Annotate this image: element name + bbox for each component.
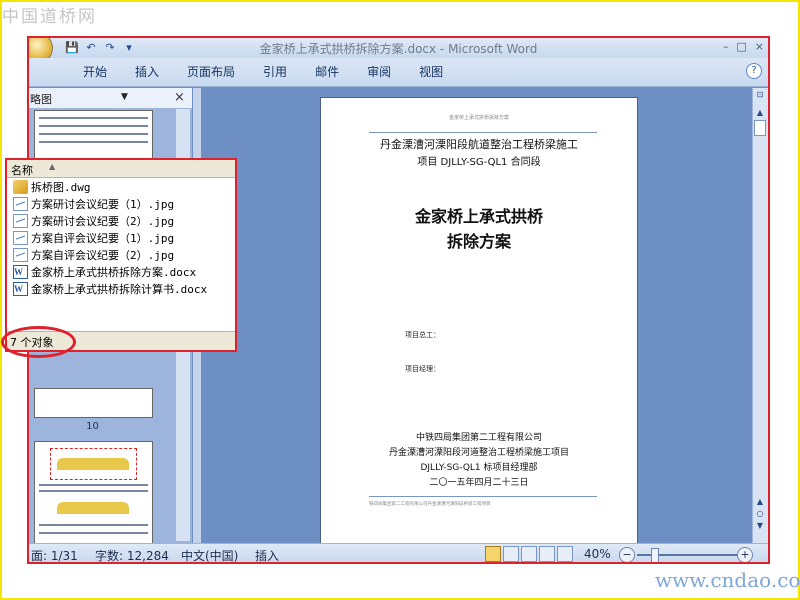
zoom-level[interactable]: 40% xyxy=(584,547,611,561)
print-layout-view-button[interactable] xyxy=(485,546,501,562)
page-thumbnail[interactable] xyxy=(34,110,153,160)
highlight-circle xyxy=(1,326,76,358)
scroll-up-icon[interactable]: ▲ xyxy=(754,108,766,118)
help-icon[interactable]: ? xyxy=(746,63,762,79)
name-column-header[interactable]: 名称 xyxy=(11,162,33,178)
zoom-out-button[interactable]: − xyxy=(619,547,635,562)
file-item[interactable]: 方案研讨会议纪要（1）.jpg xyxy=(13,195,174,212)
tab-references[interactable]: 引用 xyxy=(249,63,301,81)
project-department: 丹金溧漕河溧阳段河道整治工程桥梁施工项目 xyxy=(388,448,569,458)
browse-controls[interactable]: ▲ ○ ▼ xyxy=(754,496,766,532)
close-button[interactable]: × xyxy=(755,40,764,53)
tab-insert[interactable]: 插入 xyxy=(121,63,173,81)
jpg-file-icon xyxy=(13,196,28,211)
file-name: 方案研讨会议纪要（2）.jpg xyxy=(31,214,175,228)
web-layout-view-button[interactable] xyxy=(521,546,537,562)
title-bar: 💾 ↶ ↷ ▾ 金家桥上承式拱桥拆除方案.docx - Microsoft Word … xyxy=(29,38,768,64)
zoom-in-button[interactable]: + xyxy=(737,547,753,562)
maximize-button[interactable]: □ xyxy=(736,40,746,53)
minimize-button[interactable]: – xyxy=(723,40,729,53)
header-rule xyxy=(369,132,597,133)
thumbnail-pane-title: 略图 xyxy=(30,93,52,106)
file-item[interactable]: W 金家桥上承式拱桥拆除计算书.docx xyxy=(13,280,207,297)
tab-review[interactable]: 审阅 xyxy=(353,63,405,81)
tab-home[interactable]: 开始 xyxy=(69,63,121,81)
tab-mailings[interactable]: 邮件 xyxy=(301,63,353,81)
page-footer: 铁四局集团第二工程有限公司丹金溧漕河溧阳段桥梁工程项目 xyxy=(369,502,491,507)
language-indicator[interactable]: 中文(中国) xyxy=(181,547,238,562)
insert-mode[interactable]: 插入 xyxy=(255,547,279,562)
jpg-file-icon xyxy=(13,213,28,228)
page-thumbnail[interactable] xyxy=(34,441,153,545)
tab-view[interactable]: 视图 xyxy=(405,63,457,81)
document-area: 金家桥上承式拱桥拆除方案 丹金溧漕河溧阳段航道整治工程桥梁施工 项目 DJLLY… xyxy=(201,88,755,545)
file-item[interactable]: 方案自评会议纪要（2）.jpg xyxy=(13,246,174,263)
file-list-header: 名称 ▲ xyxy=(7,160,235,178)
company-name: 中铁四局集团第二工程有限公司 xyxy=(415,433,542,443)
word-count[interactable]: 字数: 12,284 xyxy=(95,547,169,562)
window-title: 金家桥上承式拱桥拆除方案.docx - Microsoft Word xyxy=(259,42,538,56)
footer-rule xyxy=(369,496,597,497)
main-title-2: 拆除方案 xyxy=(446,232,511,251)
file-list-window: 名称 ▲ 拆桥图.dwg 方案研讨会议纪要（1）.jpg 方案研讨会议纪要（2）.j… xyxy=(5,158,237,352)
page-thumbnail[interactable] xyxy=(34,388,153,418)
main-title-1: 金家桥上承式拱桥 xyxy=(414,207,543,226)
chevron-down-icon[interactable]: ▼ xyxy=(121,92,128,102)
file-item[interactable]: 方案自评会议纪要（1）.jpg xyxy=(13,229,174,246)
word-file-icon: W xyxy=(13,281,28,296)
file-name: 方案自评会议纪要（2）.jpg xyxy=(31,248,175,262)
thumbnail-page-number: 10 xyxy=(86,421,99,432)
zoom-slider-thumb[interactable] xyxy=(651,548,659,562)
jpg-file-icon xyxy=(13,247,28,262)
scroll-thumb[interactable] xyxy=(754,120,766,136)
file-item[interactable]: 拆桥图.dwg xyxy=(13,178,91,195)
file-name: 金家桥上承式拱桥拆除计算书.docx xyxy=(31,282,208,296)
file-name: 拆桥图.dwg xyxy=(31,180,91,194)
reading-view-button[interactable] xyxy=(503,546,519,562)
file-name: 方案自评会议纪要（1）.jpg xyxy=(31,231,175,245)
tab-page-layout[interactable]: 页面布局 xyxy=(173,63,249,81)
view-buttons xyxy=(485,546,573,562)
jpg-file-icon xyxy=(13,230,28,245)
outline-view-button[interactable] xyxy=(539,546,555,562)
status-bar: 面: 1/31 字数: 12,284 中文(中国) 插入 40% − + xyxy=(29,543,768,562)
ribbon-tabs: 开始 插入 页面布局 引用 邮件 审阅 视图 xyxy=(69,63,457,81)
project-line-1: 丹金溧漕河溧阳段航道整治工程桥梁施工 xyxy=(380,138,578,151)
ruler-toggle-icon[interactable]: ⊡ xyxy=(754,90,766,102)
document-date: 二〇一五年四月二十三日 xyxy=(429,478,529,488)
file-item[interactable]: 方案研讨会议纪要（2）.jpg xyxy=(13,212,174,229)
vertical-scrollbar[interactable]: ⊡ ▲ ▲ ○ ▼ xyxy=(752,88,768,543)
watermark-bottom: www.cndao.com xyxy=(655,568,800,592)
word-file-icon: W xyxy=(13,264,28,279)
window-controls: – □ × xyxy=(723,40,764,53)
page-indicator[interactable]: 面: 1/31 xyxy=(31,547,78,562)
contract-department: DJLLY-SG-QL1 标项目经理部 xyxy=(420,463,538,473)
page-header: 金家桥上承式拱桥拆除方案 xyxy=(448,115,509,121)
project-line-2: 项目 DJLLY-SG-QL1 合同段 xyxy=(417,157,541,168)
ribbon: 开始 插入 页面布局 引用 邮件 审阅 视图 xyxy=(29,58,768,87)
chief-engineer-label: 项目总工： xyxy=(405,331,440,339)
dwg-file-icon xyxy=(13,179,28,194)
close-icon[interactable]: × xyxy=(174,90,185,105)
file-item[interactable]: W 金家桥上承式拱桥拆除方案.docx xyxy=(13,263,196,280)
thumbnail-pane-header: 略图 ▼ × xyxy=(29,88,192,109)
file-name: 方案研讨会议纪要（1）.jpg xyxy=(31,197,175,211)
watermark-top: 中国道桥网 xyxy=(2,7,97,27)
project-manager-label: 项目经理： xyxy=(405,365,440,373)
document-page[interactable]: 金家桥上承式拱桥拆除方案 丹金溧漕河溧阳段航道整治工程桥梁施工 项目 DJLLY… xyxy=(320,97,638,545)
sort-asc-icon: ▲ xyxy=(49,162,56,171)
draft-view-button[interactable] xyxy=(557,546,573,562)
file-name: 金家桥上承式拱桥拆除方案.docx xyxy=(31,265,197,279)
